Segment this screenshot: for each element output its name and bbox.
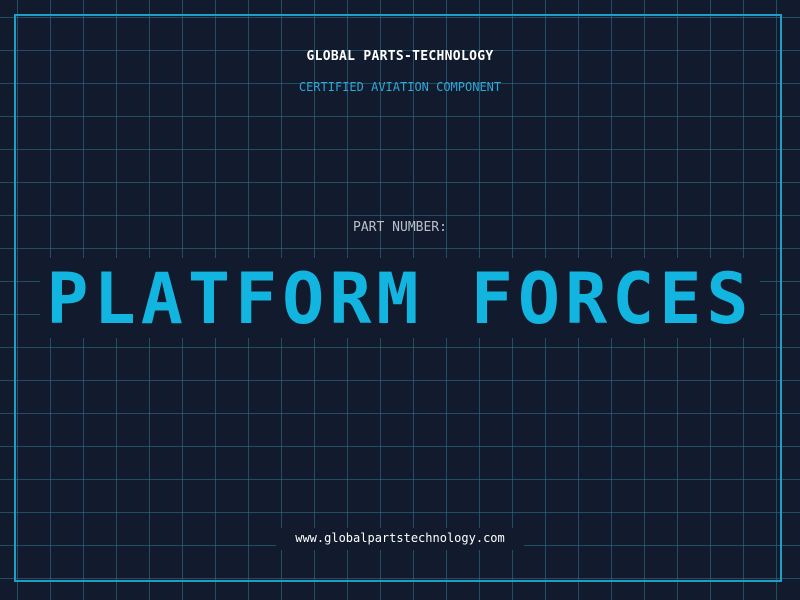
part-number-label: PART NUMBER: [353,220,447,235]
website-url: www.globalpartstechnology.com [295,531,505,545]
tagline: CERTIFIED AVIATION COMPONENT [298,80,502,94]
part-name-title: PLATFORM FORCES [46,258,754,340]
company-name: GLOBAL PARTS-TECHNOLOGY [306,49,494,64]
